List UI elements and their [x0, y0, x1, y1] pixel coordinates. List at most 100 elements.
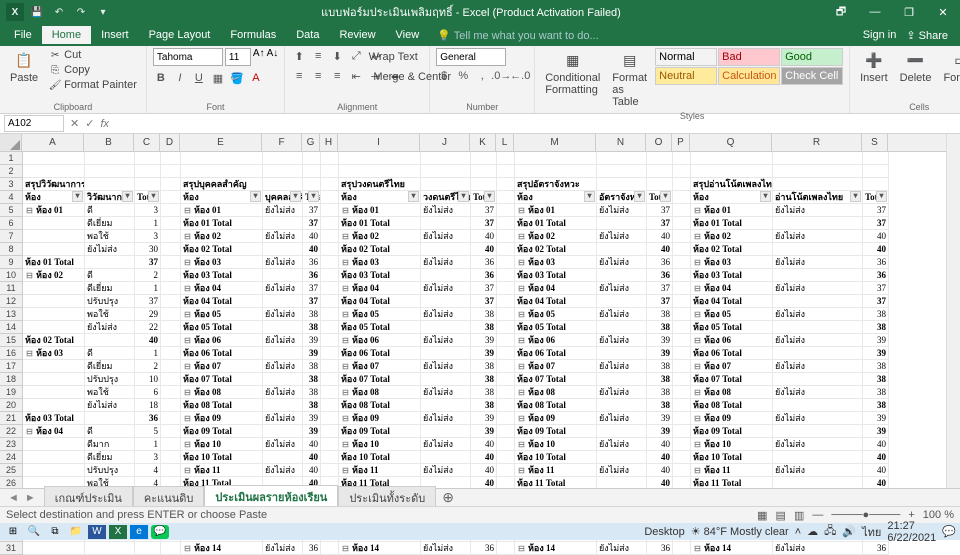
- col-header[interactable]: N: [596, 134, 646, 151]
- cell[interactable]: ⊟ห้อง 01: [515, 204, 597, 217]
- cell[interactable]: [497, 243, 515, 256]
- cell[interactable]: ยังไม่ส่ง: [421, 308, 471, 321]
- cell[interactable]: [321, 256, 339, 269]
- cell[interactable]: ดีเยี่ยม: [85, 451, 135, 464]
- cell[interactable]: 37: [863, 204, 889, 217]
- cell[interactable]: [161, 399, 181, 412]
- cell[interactable]: 4: [135, 464, 161, 477]
- cell[interactable]: [421, 243, 471, 256]
- close-icon[interactable]: ✕: [926, 0, 960, 24]
- cell[interactable]: [497, 295, 515, 308]
- cell[interactable]: [23, 360, 85, 373]
- row-header[interactable]: 24: [0, 451, 22, 464]
- cell[interactable]: ยังไม่ส่ง: [773, 438, 863, 451]
- cell[interactable]: [773, 217, 863, 230]
- cell[interactable]: 37: [135, 256, 161, 269]
- row-header[interactable]: 7: [0, 230, 22, 243]
- cell[interactable]: [321, 438, 339, 451]
- cell[interactable]: [597, 295, 647, 308]
- cell[interactable]: [23, 165, 85, 178]
- fx-icon[interactable]: fx: [100, 118, 109, 130]
- cell[interactable]: ยังไม่ส่ง: [421, 282, 471, 295]
- cell[interactable]: ยังไม่ส่ง: [773, 360, 863, 373]
- cell[interactable]: [23, 386, 85, 399]
- cell[interactable]: ห้อง 03 Total: [515, 269, 597, 282]
- cell[interactable]: [263, 399, 303, 412]
- cell[interactable]: สรุปบุคคลสำคัญ: [181, 178, 263, 191]
- cell[interactable]: [161, 438, 181, 451]
- cell[interactable]: ⊟ห้อง 08: [181, 386, 263, 399]
- cell[interactable]: [497, 425, 515, 438]
- tab-page-layout[interactable]: Page Layout: [139, 26, 221, 44]
- cell[interactable]: ⊟ห้อง 10: [691, 438, 773, 451]
- grow-font-icon[interactable]: A↑: [253, 48, 265, 66]
- cell[interactable]: 39: [471, 334, 497, 347]
- cell[interactable]: ⊟ห้อง 14: [691, 542, 773, 555]
- cell[interactable]: 39: [471, 412, 497, 425]
- cell[interactable]: ⊟ห้อง 05: [339, 308, 421, 321]
- cell[interactable]: [161, 308, 181, 321]
- cell[interactable]: [321, 451, 339, 464]
- align-bot-icon[interactable]: ⬇: [329, 48, 345, 64]
- sheet-nav-prev-icon[interactable]: ◄: [8, 492, 19, 504]
- cell[interactable]: [263, 269, 303, 282]
- cell[interactable]: 40: [863, 464, 889, 477]
- cell[interactable]: 40: [471, 243, 497, 256]
- cell[interactable]: 39: [863, 412, 889, 425]
- minimize-icon[interactable]: —: [858, 0, 892, 24]
- dec-decimal-icon[interactable]: ←.0: [512, 68, 528, 84]
- cell[interactable]: ⊟ห้อง 02: [23, 269, 85, 282]
- cell[interactable]: [673, 269, 691, 282]
- cell[interactable]: [263, 243, 303, 256]
- enter-icon[interactable]: ✓: [85, 117, 94, 130]
- cell[interactable]: 3: [135, 230, 161, 243]
- cell[interactable]: ยังไม่ส่ง: [597, 542, 647, 555]
- cell[interactable]: [135, 152, 161, 165]
- cell[interactable]: ห้อง 05 Total: [515, 321, 597, 334]
- cell[interactable]: [673, 243, 691, 256]
- cell[interactable]: ห้อง: [339, 191, 421, 204]
- cell[interactable]: 40: [471, 230, 497, 243]
- row-header[interactable]: 4: [0, 191, 22, 204]
- cell[interactable]: [597, 451, 647, 464]
- cell[interactable]: [161, 321, 181, 334]
- cell[interactable]: [135, 542, 161, 555]
- cell[interactable]: 37: [647, 282, 673, 295]
- cell[interactable]: [497, 412, 515, 425]
- cell[interactable]: ดีเยี่ยม: [85, 217, 135, 230]
- cell[interactable]: ห้อง 10 Total: [181, 451, 263, 464]
- cell[interactable]: [23, 217, 85, 230]
- cell[interactable]: [515, 152, 597, 165]
- col-header[interactable]: B: [84, 134, 134, 151]
- cell[interactable]: 38: [863, 373, 889, 386]
- cell[interactable]: 39: [863, 347, 889, 360]
- search-icon[interactable]: 🔍: [25, 525, 43, 539]
- col-header[interactable]: M: [514, 134, 596, 151]
- cell[interactable]: [23, 308, 85, 321]
- cell[interactable]: ห้อง 06 Total: [181, 347, 263, 360]
- cell[interactable]: [135, 165, 161, 178]
- cell[interactable]: [773, 269, 863, 282]
- cell[interactable]: 40: [135, 334, 161, 347]
- cell[interactable]: [497, 269, 515, 282]
- cell[interactable]: ยังไม่ส่ง: [597, 386, 647, 399]
- bold-icon[interactable]: B: [153, 70, 169, 86]
- cell[interactable]: 38: [863, 386, 889, 399]
- tray-chevron-icon[interactable]: ˄: [795, 526, 801, 538]
- cell[interactable]: [321, 542, 339, 555]
- tab-insert[interactable]: Insert: [91, 26, 139, 44]
- cell[interactable]: 40: [647, 464, 673, 477]
- row-header[interactable]: 1: [0, 152, 22, 165]
- style-check-cell[interactable]: Check Cell: [781, 67, 843, 85]
- cell[interactable]: [673, 425, 691, 438]
- cell[interactable]: ห้อง 07 Total: [691, 373, 773, 386]
- cell[interactable]: [673, 165, 691, 178]
- cell[interactable]: ⊟ห้อง 02: [691, 230, 773, 243]
- cell[interactable]: [23, 438, 85, 451]
- cell[interactable]: [263, 295, 303, 308]
- cell[interactable]: ห้อง: [691, 191, 773, 204]
- cell[interactable]: 39: [647, 425, 673, 438]
- indent-dec-icon[interactable]: ⇤: [348, 68, 364, 84]
- cell[interactable]: [303, 152, 321, 165]
- tab-view[interactable]: View: [386, 26, 430, 44]
